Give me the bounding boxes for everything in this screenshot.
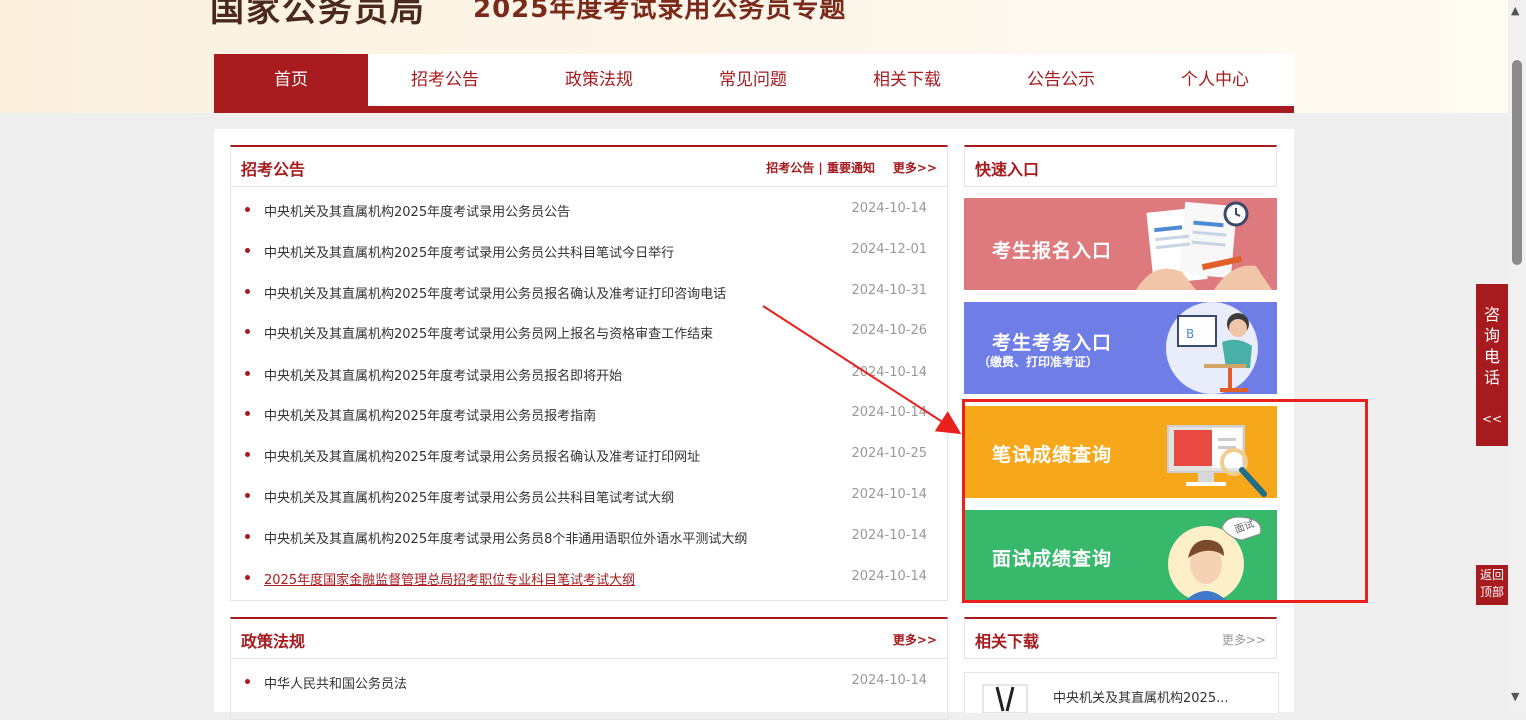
list-item[interactable]: 中央机关及其直属机构2025年度考试录用公务员网上报名与资格审查工作结束 2024…: [231, 322, 937, 342]
list-item-title[interactable]: 中央机关及其直属机构2025年度考试录用公务员报名确认及准考证打印咨询电话: [264, 283, 726, 302]
nav-item-notices[interactable]: 公告公示: [984, 54, 1138, 106]
list-item[interactable]: 中华人民共和国公务员法 2024-10-14: [231, 672, 937, 692]
downloads-more-link[interactable]: 更多>>: [1222, 631, 1266, 648]
list-item-title[interactable]: 中央机关及其直属机构2025年度考试录用公务员公共科目笔试今日举行: [264, 242, 674, 261]
back-to-top-button[interactable]: 返回顶部: [1476, 565, 1508, 605]
back-to-top-label: 返回顶部: [1479, 568, 1504, 599]
bullet-icon: [245, 207, 250, 212]
nav-item-announcements[interactable]: 招考公告: [368, 54, 522, 106]
announcements-list: 中央机关及其直属机构2025年度考试录用公务员公告 2024-10-14 中央机关…: [230, 187, 948, 601]
list-item-date: 2024-10-25: [851, 446, 927, 461]
consult-phone-text: 咨询电话: [1484, 305, 1501, 387]
list-item[interactable]: 中央机关及其直属机构2025年度考试录用公务员公共科目笔试今日举行 2024-12…: [231, 241, 937, 261]
announcements-more-link[interactable]: 更多>>: [893, 159, 937, 176]
list-item[interactable]: 中央机关及其直属机构2025年度考试录用公务员报名确认及准考证打印网址 2024-…: [231, 445, 937, 465]
list-item[interactable]: 中央机关及其直属机构2025年度考试录用公务员公告 2024-10-14: [231, 200, 937, 220]
nav-item-home[interactable]: 首页: [214, 54, 368, 106]
announcements-title: 招考公告: [241, 160, 306, 179]
list-item-date: 2024-10-26: [851, 323, 927, 338]
policy-header: 政策法规 更多>>: [230, 617, 948, 659]
downloads-title: 相关下载: [975, 632, 1040, 651]
site-title: 国家公务员局: [210, 0, 426, 30]
list-item-date: 2024-10-31: [851, 283, 927, 298]
register-entry-button[interactable]: 考生报名入口: [964, 198, 1277, 290]
list-item-date: 2024-10-14: [851, 528, 927, 543]
nav-item-policies[interactable]: 政策法规: [522, 54, 676, 106]
announcements-header: 招考公告 招考公告 | 重要通知 更多>>: [230, 145, 948, 187]
downloads-header: 相关下载 更多>>: [964, 617, 1277, 659]
bullet-icon: [245, 679, 250, 684]
list-item[interactable]: 中央机关及其直属机构2025年度考试录用公务员公共科目笔试考试大纲 2024-10…: [231, 486, 937, 506]
exam-affairs-entry-label: 考生考务入口: [992, 332, 1113, 354]
list-item-title[interactable]: 中央机关及其直属机构2025年度考试录用公务员报名确认及准考证打印网址: [264, 446, 700, 465]
bullet-icon: [245, 493, 250, 498]
announcements-sublinks[interactable]: 招考公告 | 重要通知: [766, 159, 875, 176]
list-item-date: 2024-10-14: [851, 365, 927, 380]
list-item-title[interactable]: 中华人民共和国公务员法: [264, 673, 407, 692]
bullet-icon: [245, 329, 250, 334]
quick-entry-header: 快速入口: [964, 145, 1277, 187]
quick-entry-title: 快速入口: [975, 160, 1040, 179]
list-item-date: 2024-10-14: [851, 487, 927, 502]
consult-phone-tab[interactable]: 咨询电话 <<: [1476, 284, 1508, 446]
list-item-title[interactable]: 中央机关及其直属机构2025年度考试录用公务员公告: [264, 201, 570, 220]
list-item-title[interactable]: 中央机关及其直属机构2025年度考试录用公务员公共科目笔试考试大纲: [264, 487, 674, 506]
bullet-icon: [245, 575, 250, 580]
annotation-highlight-box: [962, 399, 1368, 603]
bullet-icon: [245, 248, 250, 253]
nav-item-personal-center[interactable]: 个人中心: [1138, 54, 1292, 106]
list-item[interactable]: 中央机关及其直属机构2025年度考试录用公务员报考指南 2024-10-14: [231, 404, 937, 424]
consult-phone-label: 咨询电话: [1476, 304, 1508, 388]
exam-affairs-entry-button[interactable]: 考生考务入口 （缴费、打印准考证） B: [964, 302, 1277, 394]
policy-more-link[interactable]: 更多>>: [893, 631, 937, 648]
document-thumbnail-icon: [982, 684, 1028, 713]
exam-affairs-entry-sub: （缴费、打印准考证）: [978, 355, 1099, 369]
nav-item-faq[interactable]: 常见问题: [676, 54, 830, 106]
bullet-icon: [245, 411, 250, 416]
page-title: 2025年度考试录用公务员专题: [473, 0, 847, 24]
list-item-title[interactable]: 中央机关及其直属机构2025年度考试录用公务员报考指南: [264, 405, 596, 424]
svg-text:B: B: [1186, 327, 1194, 341]
list-item-date: 2024-10-14: [851, 569, 927, 584]
list-item-date: 2024-10-14: [851, 673, 927, 688]
list-item-date: 2024-10-14: [851, 405, 927, 420]
consult-expand-arrow[interactable]: <<: [1476, 412, 1508, 426]
policy-list: 中华人民共和国公务员法 2024-10-14: [230, 659, 948, 720]
main-nav: 首页 招考公告 政策法规 常见问题 相关下载 公告公示 个人中心: [214, 54, 1294, 113]
register-entry-label: 考生报名入口: [992, 240, 1113, 262]
bullet-icon: [245, 289, 250, 294]
download-item[interactable]: 中央机关及其直属机构2025...: [964, 672, 1279, 713]
list-item[interactable]: 中央机关及其直属机构2025年度考试录用公务员8个非通用语职位外语水平测试大纲 2…: [231, 527, 937, 547]
download-item-title[interactable]: 中央机关及其直属机构2025...: [1053, 687, 1228, 706]
page-scrollbar[interactable]: ▲ ▼: [1508, 0, 1526, 712]
list-item[interactable]: 中央机关及其直属机构2025年度考试录用公务员报名即将开始 2024-10-14: [231, 364, 937, 384]
list-item[interactable]: 2025年度国家金融监督管理总局招考职位专业科目笔试考试大纲 2024-10-14: [231, 568, 937, 588]
student-at-desk-icon: B: [1166, 302, 1258, 394]
list-item-title[interactable]: 中央机关及其直属机构2025年度考试录用公务员网上报名与资格审查工作结束: [264, 323, 713, 342]
registration-documents-icon: [1136, 201, 1272, 290]
nav-item-downloads[interactable]: 相关下载: [830, 54, 984, 106]
scroll-up-arrow-icon[interactable]: ▲: [1511, 4, 1519, 17]
scroll-thumb[interactable]: [1512, 60, 1522, 265]
list-item-title[interactable]: 中央机关及其直属机构2025年度考试录用公务员报名即将开始: [264, 365, 622, 384]
list-item-title[interactable]: 2025年度国家金融监督管理总局招考职位专业科目笔试考试大纲: [264, 569, 635, 588]
list-item-date: 2024-12-01: [851, 242, 927, 257]
bullet-icon: [245, 534, 250, 539]
scroll-down-arrow-icon[interactable]: ▼: [1511, 690, 1519, 703]
list-item-date: 2024-10-14: [851, 201, 927, 216]
list-item[interactable]: 中央机关及其直属机构2025年度考试录用公务员报名确认及准考证打印咨询电话 202…: [231, 282, 937, 302]
policy-title: 政策法规: [241, 632, 306, 651]
list-item-title[interactable]: 中央机关及其直属机构2025年度考试录用公务员8个非通用语职位外语水平测试大纲: [264, 528, 747, 547]
bullet-icon: [245, 452, 250, 457]
bullet-icon: [245, 371, 250, 376]
